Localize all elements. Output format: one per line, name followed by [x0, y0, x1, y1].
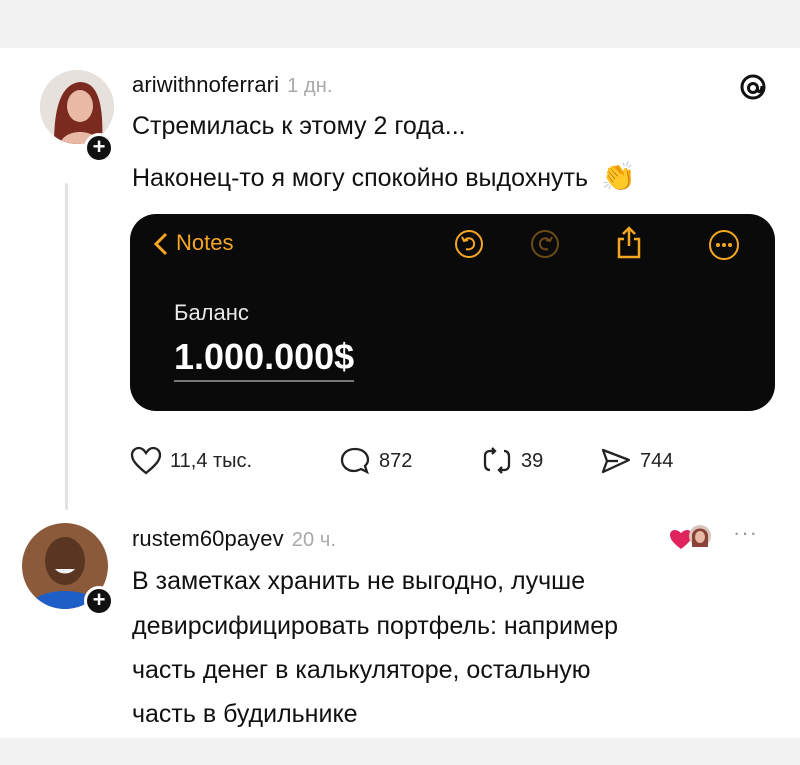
- thread-line: [65, 183, 68, 510]
- comment-icon: [340, 447, 370, 475]
- comment-count: 872: [379, 449, 413, 472]
- reply-time: 20 ч.: [291, 529, 336, 551]
- post-text-line-1: Стремилась к этому 2 года...: [132, 112, 466, 140]
- liked-by-author-icon: [670, 525, 711, 549]
- reply-text-line-3: часть денег в калькуляторе, остальную: [132, 656, 591, 684]
- repost-count: 39: [521, 449, 544, 472]
- like-count: 11,4 тыс.: [170, 449, 253, 472]
- post-header: ariwithnoferrari 1 дн.: [132, 72, 333, 98]
- send-icon: [601, 448, 631, 474]
- clapping-hands-emoji: 👏: [600, 161, 636, 192]
- notes-label: Баланс: [174, 300, 249, 325]
- post-text-line-2: Наконец-то я могу спокойно выдохнуть 👏: [132, 161, 636, 192]
- heart-icon: [130, 446, 162, 475]
- notes-back-label: Notes: [176, 230, 234, 255]
- repost-button[interactable]: 39: [481, 444, 543, 478]
- share-count: 744: [640, 449, 674, 472]
- notes-screenshot-image[interactable]: Notes Баланс 1.000.000$: [130, 214, 775, 411]
- comment-button[interactable]: 872: [339, 444, 412, 478]
- username[interactable]: ariwithnoferrari: [132, 72, 279, 97]
- post-time: 1 дн.: [287, 75, 333, 97]
- reply-more-button[interactable]: ···: [733, 520, 758, 546]
- repost-icon: [483, 447, 511, 474]
- follow-plus-button[interactable]: +: [84, 133, 114, 163]
- more-options-icon: [709, 230, 739, 260]
- reply-header: rustem60payev 20 ч.: [132, 526, 336, 552]
- reply-text-line-2: девирсифицировать портфель: например: [132, 612, 619, 640]
- redo-icon: [531, 230, 559, 258]
- share-icon: [617, 226, 641, 259]
- reply-text-line-1: В заметках хранить не выгодно, лучше: [132, 567, 586, 595]
- notes-balance-value: 1.000.000$: [174, 336, 355, 382]
- like-button[interactable]: 11,4 тыс.: [130, 444, 252, 478]
- send-button[interactable]: 744: [600, 444, 673, 478]
- reply-username[interactable]: rustem60payev: [132, 526, 284, 551]
- threads-logo-icon[interactable]: [738, 72, 768, 102]
- reply-text-line-4: часть в будильнике: [132, 700, 358, 728]
- chevron-left-icon: [153, 232, 168, 256]
- undo-icon: [455, 230, 483, 258]
- reply-follow-plus-button[interactable]: +: [84, 586, 114, 616]
